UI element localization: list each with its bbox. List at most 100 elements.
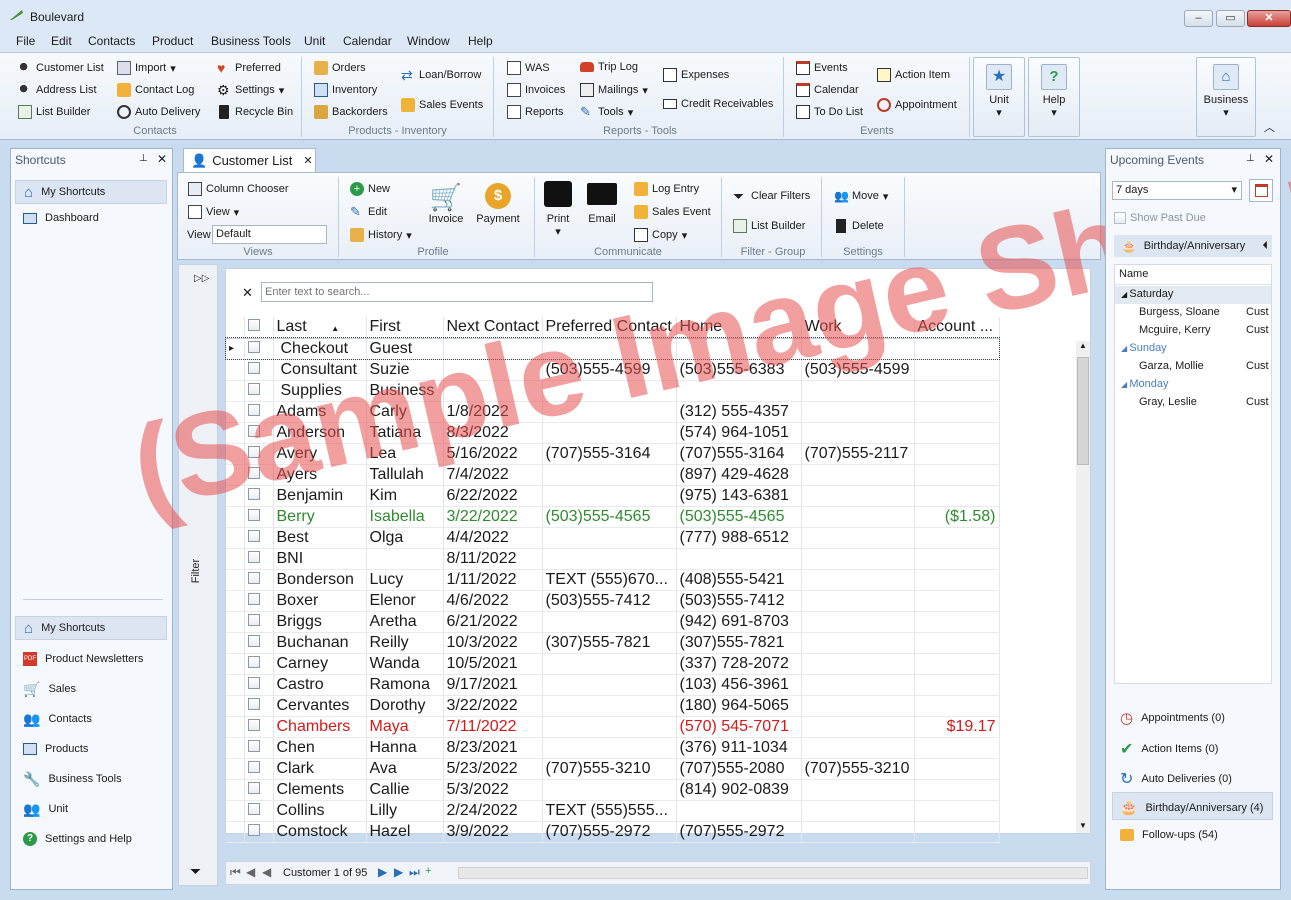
copy-button[interactable]: Copy ▾: [634, 228, 687, 242]
first-record-icon[interactable]: ⏮: [230, 865, 241, 880]
cell-first[interactable]: Reilly: [366, 632, 444, 654]
view-button[interactable]: View ▾: [188, 205, 239, 219]
cell-last[interactable]: Boxer: [273, 590, 367, 612]
cell-home[interactable]: [676, 380, 802, 402]
row-checkbox[interactable]: [244, 716, 274, 738]
cell-preferred-contact[interactable]: [542, 611, 677, 633]
cell-next-contact[interactable]: 5/3/2022: [443, 779, 543, 801]
cell-work[interactable]: [801, 674, 915, 696]
row-checkbox[interactable]: [244, 779, 274, 801]
table-row[interactable]: Anderson Tatiana 8/3/2022 (574) 964-1051: [226, 422, 1000, 444]
cell-home[interactable]: [676, 338, 802, 360]
event-day-group[interactable]: ◢ Sunday: [1115, 340, 1271, 358]
cell-next-contact[interactable]: [443, 359, 543, 381]
cell-last[interactable]: Avery: [273, 443, 367, 465]
cell-first[interactable]: Hazel: [366, 821, 444, 843]
cell-last[interactable]: Buchanan: [273, 632, 367, 654]
menu-help[interactable]: Help: [468, 34, 493, 48]
cell-first[interactable]: Ramona: [366, 674, 444, 696]
maximize-button[interactable]: ▭: [1216, 10, 1245, 27]
table-row[interactable]: Clements Callie 5/3/2022 (814) 902-0839: [226, 779, 1000, 801]
cell-work[interactable]: [801, 695, 915, 717]
cell-account[interactable]: [914, 590, 1000, 612]
cell-work[interactable]: [801, 338, 915, 360]
nav-products[interactable]: Products: [15, 737, 167, 761]
cell-account[interactable]: [914, 653, 1000, 675]
table-row[interactable]: BNI 8/11/2022: [226, 548, 1000, 570]
cell-work[interactable]: [801, 527, 915, 549]
nav-business-tools[interactable]: 🔧 Business Tools: [15, 767, 167, 791]
cell-home[interactable]: (103) 456-3961: [676, 674, 802, 696]
cell-first[interactable]: Guest: [366, 338, 444, 360]
row-checkbox[interactable]: [244, 674, 274, 696]
cell-first[interactable]: Wanda: [366, 653, 444, 675]
cell-account[interactable]: [914, 569, 1000, 591]
row-checkbox[interactable]: [244, 821, 274, 843]
summary-birthday-anniversary[interactable]: 🎂 Birthday/Anniversary (4): [1120, 799, 1263, 816]
print-button[interactable]: Print ▾: [541, 179, 575, 238]
range-select[interactable]: 7 days ▾: [1112, 181, 1242, 200]
show-past-due-checkbox[interactable]: Show Past Due: [1114, 212, 1206, 224]
column-chooser-button[interactable]: Column Chooser: [188, 182, 289, 196]
table-row[interactable]: Chen Hanna 8/23/2021 (376) 911-1034: [226, 737, 1000, 759]
cell-home[interactable]: (337) 728-2072: [676, 653, 802, 675]
cell-home[interactable]: (574) 964-1051: [676, 422, 802, 444]
delete-button[interactable]: Delete: [834, 219, 884, 233]
pin-icon[interactable]: ⊥: [139, 153, 148, 164]
cell-first[interactable]: [366, 548, 444, 570]
cell-preferred-contact[interactable]: TEXT (555)670...: [542, 569, 677, 591]
calendar-go-button[interactable]: [1249, 179, 1273, 202]
list-builder-button[interactable]: List Builder: [18, 105, 90, 119]
column-account[interactable]: Account ...: [914, 317, 1000, 339]
cell-work[interactable]: [801, 611, 915, 633]
summary-action-items[interactable]: ✔ Action Items (0): [1120, 739, 1218, 759]
cell-account[interactable]: [914, 611, 1000, 633]
next-record-icon[interactable]: ▶: [378, 865, 387, 879]
cell-work[interactable]: [801, 548, 915, 570]
cell-account[interactable]: [914, 821, 1000, 843]
cell-last[interactable]: Supplies: [273, 380, 367, 402]
cell-next-contact[interactable]: 8/23/2021: [443, 737, 543, 759]
cell-home[interactable]: (376) 911-1034: [676, 737, 802, 759]
cell-first[interactable]: Tallulah: [366, 464, 444, 486]
close-panel-icon[interactable]: ✕: [1264, 152, 1274, 166]
name-column-header[interactable]: Name: [1115, 265, 1271, 285]
cell-last[interactable]: Berry: [273, 506, 367, 528]
tab-customer-list[interactable]: 👤 Customer List ✕: [183, 148, 316, 172]
cell-account[interactable]: [914, 779, 1000, 801]
cell-first[interactable]: Callie: [366, 779, 444, 801]
summary-follow-ups[interactable]: Follow-ups (54): [1120, 829, 1218, 841]
edit-button[interactable]: ✎ Edit: [350, 205, 387, 219]
minimize-button[interactable]: –: [1184, 10, 1213, 27]
nav-contacts[interactable]: 👥 Contacts: [15, 707, 167, 731]
business-button[interactable]: ⌂ Business ▾: [1196, 57, 1256, 137]
table-row[interactable]: Buchanan Reilly 10/3/2022 (307)555-7821 (307…: [226, 632, 1000, 654]
preferred-button[interactable]: ♥ Preferred: [217, 61, 281, 75]
cell-last[interactable]: Clark: [273, 758, 367, 780]
cell-account[interactable]: [914, 632, 1000, 654]
recycle-bin-button[interactable]: Recycle Bin: [217, 105, 293, 119]
row-checkbox[interactable]: [244, 443, 274, 465]
cell-home[interactable]: (408)555-5421: [676, 569, 802, 591]
cell-first[interactable]: Ava: [366, 758, 444, 780]
cell-account[interactable]: [914, 380, 1000, 402]
mailings-button[interactable]: Mailings ▾: [580, 83, 648, 97]
column-work[interactable]: Work: [801, 317, 915, 339]
backorders-button[interactable]: Backorders: [314, 105, 388, 119]
cell-account[interactable]: [914, 737, 1000, 759]
row-checkbox[interactable]: [244, 653, 274, 675]
unit-button[interactable]: ★ Unit ▾: [973, 57, 1025, 137]
cell-first[interactable]: Maya: [366, 716, 444, 738]
appointment-button[interactable]: Appointment: [877, 98, 957, 112]
nav-sales[interactable]: 🛒 Sales: [15, 677, 167, 701]
table-row[interactable]: Clark Ava 5/23/2022 (707)555-3210 (707)555-2…: [226, 758, 1000, 780]
close-tab-icon[interactable]: ✕: [303, 154, 312, 167]
sales-event-button[interactable]: Sales Event: [634, 205, 711, 219]
search-input[interactable]: [261, 282, 653, 302]
table-row[interactable]: Bonderson Lucy 1/11/2022 TEXT (555)670... (4…: [226, 569, 1000, 591]
scroll-up-icon[interactable]: ▲: [1079, 341, 1087, 350]
cell-next-contact[interactable]: 3/22/2022: [443, 695, 543, 717]
cell-preferred-contact[interactable]: [542, 695, 677, 717]
tools-button[interactable]: ✎ Tools ▾: [580, 105, 633, 119]
cell-last[interactable]: Cervantes: [273, 695, 367, 717]
